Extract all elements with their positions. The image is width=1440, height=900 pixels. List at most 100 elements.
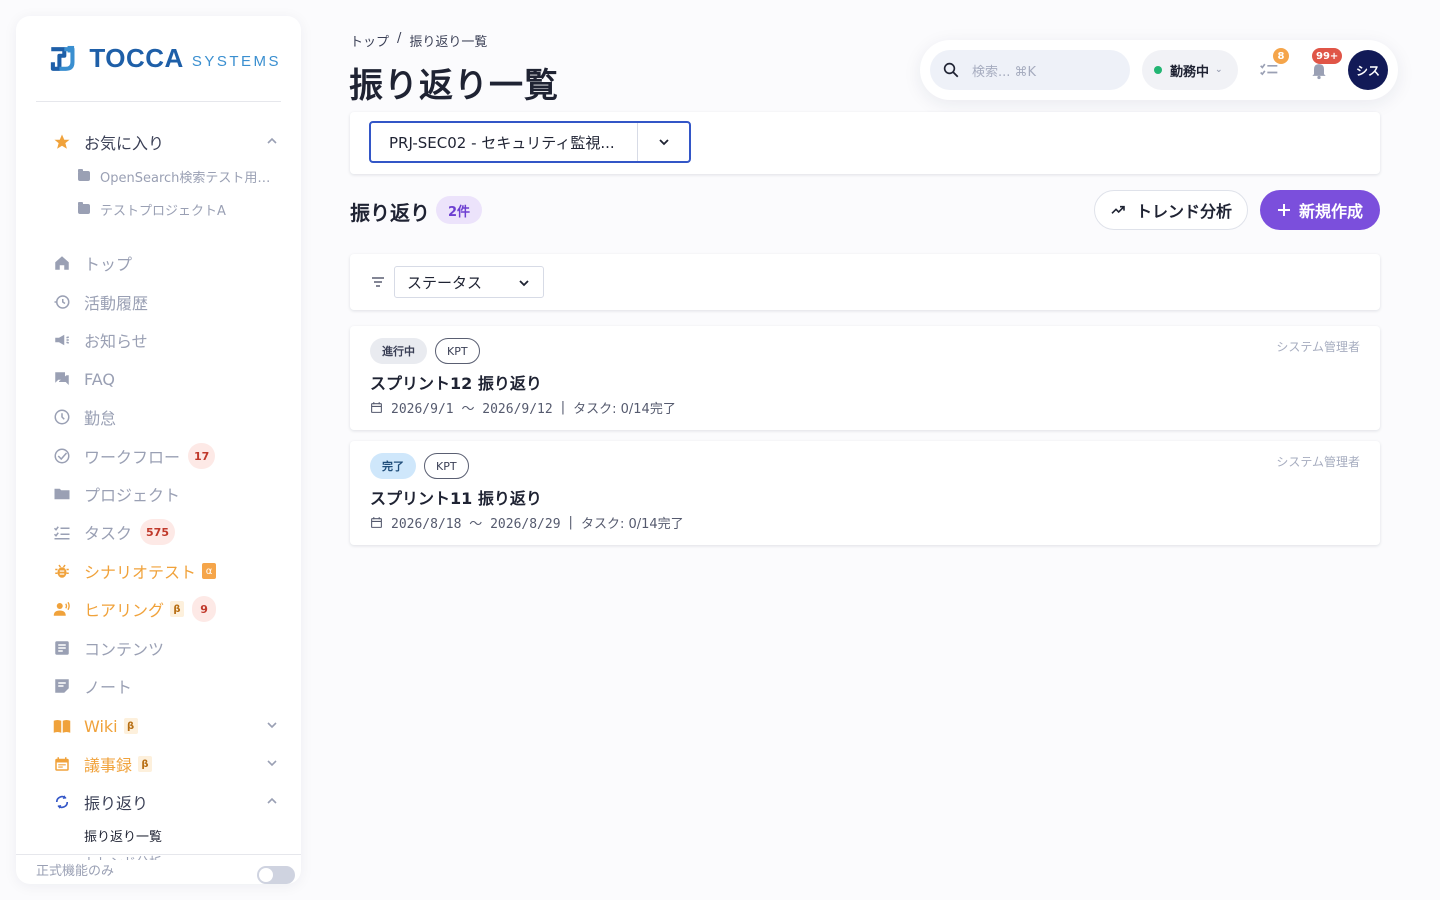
breadcrumb-current: 振り返り一覧 — [409, 35, 488, 50]
chevron-down-icon[interactable] — [638, 135, 689, 149]
retro-meta: 2026/8/18 ～ 2026/8/29 | タスク: 0/14完了 — [370, 513, 684, 532]
sidebar-item-project[interactable]: プロジェクト — [52, 478, 283, 510]
meta-separator: | — [568, 515, 573, 530]
status-badge: 完了 — [370, 453, 416, 479]
sidebar-item-label: 振り返り — [84, 794, 149, 813]
sidebar-item-label: シナリオテスト — [84, 563, 197, 582]
bug-icon — [52, 561, 72, 581]
retro-date-range: 2026/9/1 ～ 2026/9/12 — [391, 402, 553, 417]
hearing-count-badge: 9 — [192, 596, 217, 622]
checklist-icon — [52, 522, 72, 542]
sidebar-item-top[interactable]: トップ — [52, 247, 283, 279]
meta-separator: | — [560, 400, 566, 415]
sidebar-item-label: ヒアリング — [84, 601, 165, 620]
sidebar-item-contents[interactable]: コンテンツ — [52, 632, 283, 664]
trending-up-icon — [1111, 205, 1125, 214]
brand-logo[interactable]: TOCCA SYSTEMS — [36, 16, 281, 102]
search-placeholder: 検索... ⌘K — [972, 64, 1037, 80]
filter-icon — [372, 277, 384, 287]
sidebar-item-label: トップ — [84, 255, 133, 274]
sidebar-item-workflow[interactable]: ワークフロー 17 — [52, 440, 283, 472]
retro-card[interactable]: 進行中 KPT スプリント12 振り返り 2026/9/1 ～ 2026/9/1… — [350, 326, 1380, 430]
project-select[interactable]: PRJ-SEC02 - セキュリティ監視... — [369, 121, 691, 163]
beta-tag: β — [123, 718, 138, 734]
sidebar-item-label: ワークフロー — [84, 448, 181, 467]
note-icon — [52, 676, 72, 696]
book-icon — [52, 716, 72, 736]
sidebar-item-retrospective[interactable]: 振り返り — [52, 786, 283, 818]
retro-card[interactable]: 完了 KPT スプリント11 振り返り 2026/8/18 ～ 2026/8/2… — [350, 441, 1380, 545]
filter-card: ステータス — [350, 254, 1380, 310]
sidebar-item-label: 活動履歴 — [84, 294, 149, 313]
chevron-down-icon[interactable] — [265, 756, 279, 770]
retro-title[interactable]: スプリント12 振り返り — [370, 370, 542, 394]
sidebar-item-label: お知らせ — [84, 332, 148, 351]
task-list-icon[interactable] — [1259, 60, 1279, 80]
favorite-item-label: テストプロジェクトA — [100, 203, 226, 219]
brand-name: TOCCA — [89, 43, 184, 73]
forum-icon — [52, 369, 72, 389]
status-filter-select[interactable]: ステータス — [394, 266, 544, 298]
section-title: 振り返り — [350, 201, 430, 225]
chevron-down-icon: ⌄ — [1215, 65, 1223, 75]
beta-tag: β — [170, 601, 185, 617]
home-icon — [52, 253, 72, 273]
new-retro-button[interactable]: 新規作成 — [1260, 190, 1380, 230]
sidebar-item-minutes[interactable]: 議事録 β — [52, 748, 283, 780]
trend-analysis-label: トレンド分析 — [1135, 202, 1232, 221]
status-filter-label: ステータス — [407, 273, 483, 292]
article-icon — [52, 638, 72, 658]
retro-date-range: 2026/8/18 ～ 2026/8/29 — [391, 517, 561, 532]
sidebar-item-task[interactable]: タスク 575 — [52, 516, 283, 548]
type-badge: KPT — [424, 453, 469, 479]
sidebar-item-label: FAQ — [84, 369, 115, 389]
retro-chips: 完了 KPT — [370, 453, 469, 479]
sidebar-item-attendance[interactable]: 勤怠 — [52, 401, 283, 433]
sidebar-item-label: タスク — [84, 524, 133, 543]
trend-analysis-button[interactable]: トレンド分析 — [1094, 190, 1248, 230]
sidebar-item-faq[interactable]: FAQ — [52, 363, 283, 395]
sidebar-subitem-retro-list[interactable]: 振り返り一覧 — [84, 826, 162, 845]
sidebar-item-hearing[interactable]: ヒアリング β 9 — [52, 593, 283, 625]
sidebar-item-scenario-test[interactable]: シナリオテスト α — [52, 555, 283, 587]
breadcrumb-home[interactable]: トップ — [350, 31, 389, 50]
sidebar-item-label: ノート — [84, 678, 133, 697]
chevron-down-icon[interactable] — [265, 718, 279, 732]
task-count-badge: 575 — [140, 519, 175, 545]
official-only-toggle[interactable] — [257, 866, 295, 884]
notification-badge: 99+ — [1312, 48, 1343, 64]
sidebar-item-wiki[interactable]: Wiki β — [52, 710, 283, 742]
status-badge: 進行中 — [370, 338, 427, 364]
chevron-up-icon[interactable] — [265, 794, 279, 808]
sidebar-item-label: Wiki — [84, 716, 118, 736]
sidebar-item-news[interactable]: お知らせ — [52, 324, 283, 356]
sidebar-favorites-label: お気に入り — [84, 134, 165, 153]
task-badge: 8 — [1273, 48, 1289, 64]
favorite-item[interactable]: テストプロジェクトA — [78, 196, 279, 222]
avatar[interactable]: シス — [1348, 50, 1388, 90]
history-icon — [52, 292, 72, 312]
retro-chips: 進行中 KPT — [370, 338, 480, 364]
search-icon — [943, 62, 959, 78]
status-dot — [1154, 66, 1162, 74]
sidebar-favorites[interactable]: お気に入り — [52, 126, 283, 158]
search-input[interactable]: 検索... ⌘K — [930, 50, 1130, 90]
folder-icon — [52, 484, 72, 504]
chevron-up-icon[interactable] — [265, 134, 279, 148]
favorite-item[interactable]: OpenSearch検索テスト用プ... — [78, 163, 279, 189]
sidebar-item-activity[interactable]: 活動履歴 — [52, 286, 283, 318]
sidebar-footer: 正式機能のみ — [16, 854, 301, 884]
check-circle-icon — [52, 446, 72, 466]
work-status-dropdown[interactable]: 勤務中 ⌄ — [1142, 50, 1238, 90]
clock-icon — [52, 407, 72, 427]
new-retro-label: 新規作成 — [1298, 202, 1363, 221]
plus-icon — [1277, 204, 1290, 216]
sidebar-item-note[interactable]: ノート — [52, 670, 283, 702]
retro-title[interactable]: スプリント11 振り返り — [370, 485, 542, 509]
voice-icon — [52, 599, 72, 619]
sidebar-item-label: 議事録 — [84, 756, 133, 775]
retro-owner: システム管理者 — [1276, 455, 1360, 469]
retro-owner: システム管理者 — [1276, 340, 1360, 354]
type-badge: KPT — [435, 338, 480, 364]
favorite-item-label: OpenSearch検索テスト用プ... — [100, 170, 279, 186]
